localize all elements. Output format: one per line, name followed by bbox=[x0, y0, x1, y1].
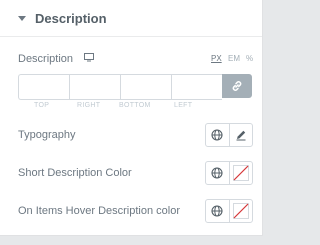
no-color-swatch-icon bbox=[232, 203, 249, 219]
dimension-right-input[interactable] bbox=[69, 74, 120, 100]
short-description-global-color-button[interactable] bbox=[206, 162, 230, 184]
typography-edit-button[interactable] bbox=[230, 124, 253, 146]
globe-icon bbox=[211, 205, 223, 217]
dimension-left-label: LEFT bbox=[174, 102, 193, 109]
dimension-left-input[interactable] bbox=[171, 74, 222, 100]
style-panel: Description Description PX EM % TOP RIGH… bbox=[0, 0, 263, 236]
globe-icon bbox=[211, 129, 223, 141]
hover-description-color-picker[interactable] bbox=[230, 200, 253, 222]
typography-label: Typography bbox=[18, 129, 76, 141]
unit-px[interactable]: PX bbox=[211, 54, 222, 63]
hover-description-color-control bbox=[205, 199, 253, 223]
section-header-description[interactable]: Description bbox=[0, 0, 262, 37]
section-title: Description bbox=[35, 11, 107, 26]
globe-icon bbox=[211, 167, 223, 179]
short-description-color-control bbox=[205, 161, 253, 185]
unit-percent[interactable]: % bbox=[246, 54, 253, 63]
short-description-color-picker[interactable] bbox=[230, 162, 253, 184]
hover-description-color-label: On Items Hover Description color bbox=[18, 205, 180, 217]
unit-em[interactable]: EM bbox=[228, 54, 240, 63]
typography-reset-button[interactable] bbox=[206, 124, 230, 146]
dimension-right-label: RIGHT bbox=[77, 102, 101, 109]
caret-down-icon bbox=[18, 16, 26, 21]
desktop-monitor-icon[interactable] bbox=[84, 53, 94, 62]
hover-description-global-color-button[interactable] bbox=[206, 200, 230, 222]
dimension-bottom-input[interactable] bbox=[120, 74, 171, 100]
no-color-swatch-icon bbox=[232, 165, 249, 181]
typography-control bbox=[205, 123, 253, 147]
dimensions-control bbox=[18, 74, 252, 100]
short-description-color-label: Short Description Color bbox=[18, 167, 132, 179]
link-values-button[interactable] bbox=[222, 74, 252, 98]
pencil-icon bbox=[236, 130, 246, 141]
link-icon bbox=[232, 81, 242, 91]
dimension-top-input[interactable] bbox=[18, 74, 69, 100]
description-label: Description bbox=[18, 53, 74, 65]
dimension-top-label: TOP bbox=[34, 102, 50, 109]
dimension-bottom-label: BOTTOM bbox=[119, 102, 151, 109]
